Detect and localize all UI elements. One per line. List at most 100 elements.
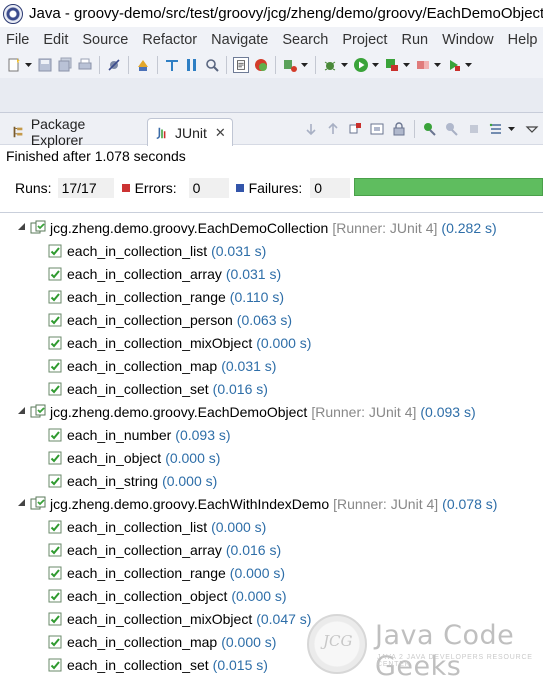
next-failure-icon[interactable] — [303, 121, 319, 137]
test-suite-row[interactable]: jcg.zheng.demo.groovy.EachDemoObject [Run… — [16, 400, 476, 423]
debug-dropdown-icon[interactable] — [340, 57, 348, 73]
new-icon[interactable] — [6, 57, 22, 73]
view-menu-icon[interactable] — [524, 121, 540, 137]
test-case-name: each_in_collection_set — [67, 656, 209, 673]
expand-chevron-icon[interactable] — [16, 499, 26, 509]
errors-label: Errors: — [134, 180, 177, 196]
menu-navigate[interactable]: Navigate — [204, 32, 275, 48]
open-type-icon[interactable] — [164, 57, 180, 73]
test-case-name: each_in_collection_object — [67, 587, 228, 604]
coverage-dropdown-icon[interactable] — [433, 57, 441, 73]
run-last-tool-icon[interactable] — [446, 57, 462, 73]
external-tools-icon[interactable] — [384, 57, 400, 73]
new-java-package-icon[interactable] — [282, 57, 298, 73]
print-icon[interactable] — [77, 57, 93, 73]
test-case-name: each_in_collection_list — [67, 242, 208, 259]
test-suite-name: jcg.zheng.demo.groovy.EachDemoCollection — [50, 219, 329, 236]
test-case-time: (0.000 s) — [211, 518, 267, 535]
run-last-dropdown-icon[interactable] — [464, 57, 472, 73]
stop-test-run-icon[interactable] — [466, 121, 482, 137]
error-warning-icon[interactable] — [253, 57, 269, 73]
menu-file[interactable]: File — [0, 32, 36, 48]
coverage-icon[interactable] — [415, 57, 431, 73]
test-case-row[interactable]: each_in_collection_array (0.031 s) — [47, 262, 281, 285]
menu-help[interactable]: Help — [501, 32, 543, 48]
test-case-time: (0.000 s) — [256, 334, 312, 351]
expand-chevron-icon[interactable] — [16, 407, 26, 417]
test-suite-row[interactable]: jcg.zheng.demo.groovy.EachDemoCollection… — [16, 216, 497, 239]
failure-icon — [235, 184, 244, 192]
scroll-lock-icon[interactable] — [369, 121, 385, 137]
test-case-row[interactable]: each_in_collection_range (0.110 s) — [47, 285, 284, 308]
test-case-time: (0.031 s) — [225, 265, 282, 282]
test-suite-runner: [Runner: JUnit 4] — [311, 403, 417, 420]
save-all-icon[interactable] — [57, 57, 73, 73]
test-passed-icon — [47, 243, 63, 259]
test-run-history-icon[interactable] — [488, 121, 504, 137]
test-case-row[interactable]: each_in_collection_object (0.000 s) — [47, 584, 287, 607]
lock-icon[interactable] — [391, 121, 407, 137]
tab-package-explorer[interactable]: Package Explorer — [4, 116, 146, 148]
test-case-row[interactable]: each_in_number (0.093 s) — [47, 423, 231, 446]
test-case-time: (0.000 s) — [165, 449, 221, 466]
jcg-seal-text: JCG — [323, 632, 353, 650]
test-case-row[interactable]: each_in_collection_person (0.063 s) — [47, 308, 292, 331]
tab-junit[interactable]: JUnit ✕ — [147, 118, 233, 146]
test-case-row[interactable]: each_in_collection_mixObject (0.047 s) — [47, 607, 311, 630]
menu-search[interactable]: Search — [275, 32, 335, 48]
search-icon[interactable] — [204, 57, 220, 73]
rerun-failed-first-icon[interactable] — [444, 121, 460, 137]
menu-window[interactable]: Window — [435, 32, 501, 48]
run-dropdown-icon[interactable] — [371, 57, 379, 73]
build-icon[interactable] — [135, 57, 151, 73]
new-dropdown-icon[interactable] — [24, 57, 32, 73]
open-task-icon[interactable] — [184, 57, 200, 73]
package-explorer-icon — [10, 124, 26, 140]
test-case-name: each_in_collection_map — [67, 357, 218, 374]
menu-refactor[interactable]: Refactor — [135, 32, 204, 48]
test-case-row[interactable]: each_in_collection_array (0.016 s) — [47, 538, 281, 561]
test-suite-passed-icon — [30, 404, 46, 420]
test-case-time: (0.031 s) — [221, 357, 277, 374]
test-case-time: (0.000 s) — [221, 633, 277, 650]
test-passed-icon — [47, 450, 63, 466]
test-case-time: (0.016 s) — [212, 380, 268, 397]
test-suite-row[interactable]: jcg.zheng.demo.groovy.EachWithIndexDemo[… — [16, 492, 497, 515]
history-dropdown-icon[interactable] — [507, 121, 515, 137]
test-case-row[interactable]: each_in_collection_map (0.031 s) — [47, 354, 276, 377]
toolbar-separator — [414, 120, 415, 138]
new-package-dropdown-icon[interactable] — [300, 57, 308, 73]
external-tools-dropdown-icon[interactable] — [402, 57, 410, 73]
failures-label: Failures: — [248, 180, 303, 196]
error-icon — [121, 184, 130, 192]
test-case-row[interactable]: each_in_collection_list (0.000 s) — [47, 515, 266, 538]
test-case-time: (0.000 s) — [231, 587, 287, 604]
test-case-row[interactable]: each_in_object (0.000 s) — [47, 446, 220, 469]
menu-edit[interactable]: Edit — [36, 32, 75, 48]
test-case-row[interactable]: each_in_collection_list (0.031 s) — [47, 239, 266, 262]
previous-failure-icon[interactable] — [325, 121, 341, 137]
view-tab-bar: Package Explorer JUnit ✕ — [0, 112, 543, 148]
run-icon[interactable] — [353, 57, 369, 73]
test-case-row[interactable]: each_in_collection_set (0.015 s) — [47, 653, 268, 676]
test-case-row[interactable]: each_in_collection_map (0.000 s) — [47, 630, 276, 653]
menu-source[interactable]: Source — [75, 32, 135, 48]
debug-icon[interactable] — [322, 57, 338, 73]
close-icon[interactable]: ✕ — [215, 125, 226, 141]
test-suite-passed-icon — [30, 220, 46, 236]
test-case-row[interactable]: each_in_collection_range (0.000 s) — [47, 561, 285, 584]
test-case-row[interactable]: each_in_collection_set (0.016 s) — [47, 377, 268, 400]
toggle-mark-occurrences-icon[interactable] — [233, 57, 249, 73]
test-case-row[interactable]: each_in_string (0.000 s) — [47, 469, 217, 492]
rerun-test-icon[interactable] — [422, 121, 438, 137]
test-progress-bar — [354, 178, 543, 196]
test-passed-icon — [47, 657, 63, 673]
menu-project[interactable]: Project — [335, 32, 394, 48]
save-icon[interactable] — [37, 57, 53, 73]
menu-run[interactable]: Run — [394, 32, 435, 48]
test-suite-time: (0.078 s) — [442, 495, 498, 512]
show-failures-only-icon[interactable] — [347, 121, 363, 137]
expand-chevron-icon[interactable] — [16, 223, 26, 233]
skip-breakpoints-icon[interactable] — [106, 57, 122, 73]
test-case-row[interactable]: each_in_collection_mixObject (0.000 s) — [47, 331, 311, 354]
